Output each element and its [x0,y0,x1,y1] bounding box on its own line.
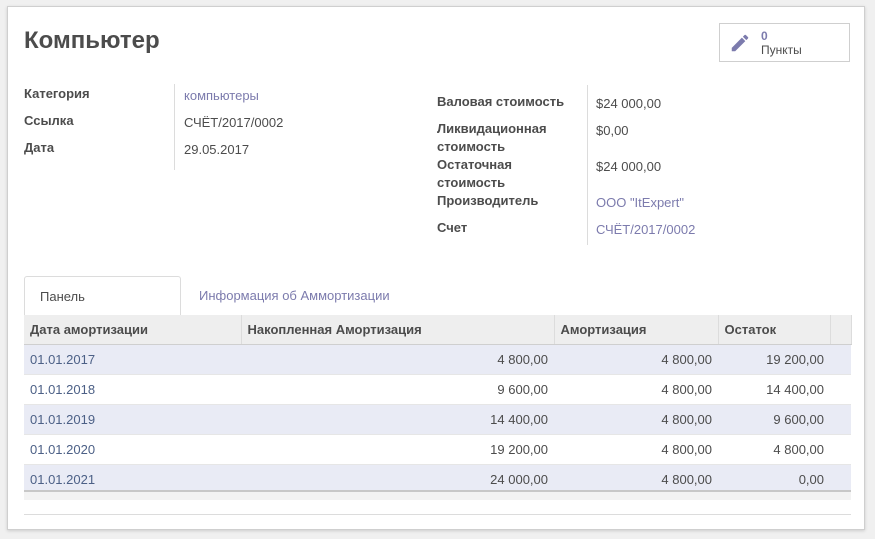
cell-remaining: 14 400,00 [718,374,830,405]
cell-depreciation: 4 800,00 [554,404,718,435]
vendor-label: Производитель [437,193,539,208]
form-sheet: Компьютер 0 Пункты Категория компьютеры … [7,6,865,530]
cell-spacer [830,404,851,435]
cell-spacer [830,374,851,405]
cell-remaining: 4 800,00 [718,434,830,465]
column-header-date[interactable]: Дата амортизации [24,315,242,345]
depreciation-table: Дата амортизации Накопленная Амортизация… [24,315,852,495]
bottom-divider [24,514,851,515]
cell-spacer [830,434,851,465]
residual-value-label: Остаточная стоимость [437,157,512,190]
items-label: Пункты [761,42,802,57]
column-header-accumulated[interactable]: Накопленная Амортизация [241,315,555,345]
table-footer [24,490,851,500]
cell-date: 01.01.2018 [24,374,241,405]
salvage-value: $0,00 [596,123,629,138]
date-value: 29.05.2017 [184,142,250,157]
table-row[interactable]: 01.01.2019 14 400,00 4 800,00 9 600,00 [24,404,851,435]
cell-depreciation: 4 800,00 [554,374,718,405]
gross-value-label: Валовая стоимость [437,94,565,109]
cell-accumulated: 19 200,00 [241,434,554,465]
column-header-depreciation[interactable]: Амортизация [554,315,719,345]
cell-spacer [830,344,851,375]
residual-value: $24 000,00 [596,159,662,174]
right-group-divider [587,85,588,245]
cell-accumulated: 9 600,00 [241,374,554,405]
reference-label: Ссылка [24,113,74,128]
invoice-label: Счет [437,220,468,235]
table-row[interactable]: 01.01.2018 9 600,00 4 800,00 14 400,00 [24,374,851,405]
page-title: Компьютер [24,27,160,54]
cell-date: 01.01.2017 [24,344,241,375]
reference-value: СЧЁТ/2017/0002 [184,115,284,130]
tab-depreciation-board[interactable]: Панель амортизации [24,276,181,344]
cell-accumulated: 14 400,00 [241,404,554,435]
invoice-value[interactable]: СЧЁТ/2017/0002 [596,221,695,239]
vendor-value[interactable]: ООО "ItExpert" [596,194,684,212]
cell-accumulated: 4 800,00 [241,344,554,375]
cell-date: 01.01.2020 [24,434,241,465]
items-stat-button[interactable]: 0 Пункты [719,23,850,62]
salvage-value-label: Ликвидационная стоимость [437,121,547,154]
column-header-remaining[interactable]: Остаток [718,315,831,345]
category-value[interactable]: компьютеры [184,87,259,105]
cell-date: 01.01.2019 [24,404,241,435]
date-label: Дата [24,140,55,155]
table-row[interactable]: 01.01.2017 4 800,00 4 800,00 19 200,00 [24,344,851,375]
cell-depreciation: 4 800,00 [554,434,718,465]
cell-remaining: 9 600,00 [718,404,830,435]
column-header-spacer [830,315,852,345]
cell-depreciation: 4 800,00 [554,344,718,375]
notebook-tabs: Панель амортизации Информация об Амморти… [24,276,851,344]
tab-depreciation-info[interactable]: Информация об Аммортизации [184,276,405,316]
table-row[interactable]: 01.01.2020 19 200,00 4 800,00 4 800,00 [24,434,851,465]
items-count: 0 [761,28,768,43]
left-group-divider [174,84,175,170]
table-header-row: Дата амортизации Накопленная Амортизация… [24,315,852,345]
gross-value: $24 000,00 [596,96,662,111]
pencil-icon [731,34,749,51]
category-label: Категория [24,86,90,101]
cell-remaining: 19 200,00 [718,344,830,375]
